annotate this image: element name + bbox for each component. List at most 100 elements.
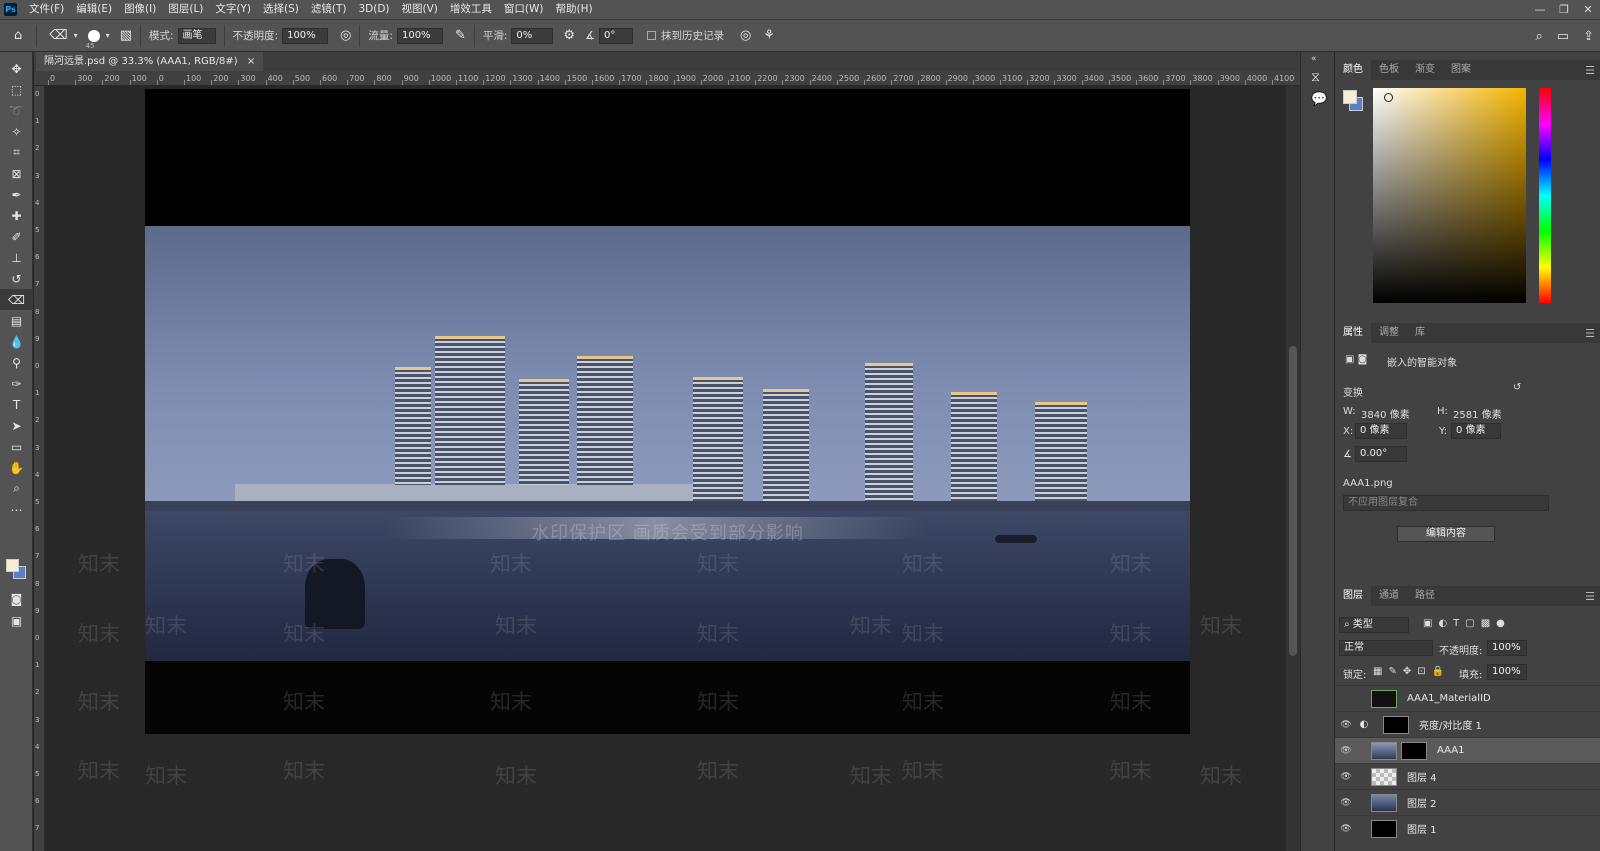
menu-view[interactable]: 视图(V) (396, 0, 444, 19)
fill-input[interactable]: 100% (1487, 664, 1527, 680)
layer-row[interactable]: 👁 AAA1 (1335, 737, 1600, 763)
magic-wand-tool-icon[interactable]: ✧ (0, 121, 33, 142)
reset-transform-icon[interactable]: ↺ (1513, 382, 1521, 393)
layer-comp-select[interactable]: 不应用图层复合 (1343, 495, 1549, 511)
menu-window[interactable]: 窗口(W) (498, 0, 550, 19)
rectangle-tool-icon[interactable]: ▭ (0, 436, 33, 457)
path-selection-tool-icon[interactable]: ➤ (0, 415, 33, 436)
symmetry-icon[interactable]: ⚘ (763, 28, 775, 43)
brush-angle-input[interactable]: 0° (598, 27, 633, 44)
eraser-tool-preset-icon[interactable]: ⌫ (49, 28, 67, 43)
foreground-color-swatch[interactable] (6, 559, 19, 572)
screen-mode-icon[interactable]: ▣ (0, 610, 33, 631)
mode-select[interactable]: 画笔 (177, 27, 216, 44)
frame-tool-icon[interactable]: ⊠ (0, 163, 33, 184)
clone-stamp-tool-icon[interactable]: ⊥ (0, 247, 33, 268)
layer-row[interactable]: AAA1_MaterialID (1335, 685, 1600, 711)
blend-mode-select[interactable]: 正常 (1339, 640, 1433, 656)
type-tool-icon[interactable]: T (0, 394, 33, 415)
layer-row[interactable]: 👁 图层 4 (1335, 763, 1600, 789)
scrollbar-thumb[interactable] (1289, 346, 1297, 656)
color-picker-field[interactable] (1373, 88, 1526, 303)
chevron-down-icon[interactable]: ▾ (74, 31, 78, 40)
marquee-tool-icon[interactable]: ⬚ (0, 79, 33, 100)
tab-libraries[interactable]: 库 (1407, 323, 1433, 343)
hue-slider[interactable] (1539, 88, 1551, 303)
tab-color[interactable]: 颜色 (1335, 60, 1371, 80)
layer-opacity-input[interactable]: 100% (1487, 640, 1527, 656)
visibility-icon[interactable]: 👁 (1335, 746, 1357, 756)
panel-menu-icon[interactable]: ☰ (1585, 327, 1595, 340)
quick-mask-icon[interactable]: ◙ (0, 588, 33, 609)
eyedropper-tool-icon[interactable]: ✒ (0, 184, 33, 205)
zoom-tool-icon[interactable]: ⌕ (0, 478, 33, 499)
brush-size-picker[interactable]: 45 ▾ (86, 29, 110, 50)
hand-tool-icon[interactable]: ✋ (0, 457, 33, 478)
gradient-tool-icon[interactable]: ▤ (0, 310, 33, 331)
edit-contents-button[interactable]: 编辑内容 (1397, 526, 1495, 542)
opacity-input[interactable]: 100% (282, 27, 329, 44)
tab-layers[interactable]: 图层 (1335, 586, 1371, 606)
tab-patterns[interactable]: 图案 (1443, 60, 1479, 80)
healing-brush-tool-icon[interactable]: ✚ (0, 205, 33, 226)
menu-image[interactable]: 图像(I) (118, 0, 162, 19)
minimize-button[interactable]: — (1528, 0, 1552, 19)
layer-filter-icons[interactable]: ▣◐T▢▩● (1423, 618, 1511, 629)
airbrush-icon[interactable]: ✎ (455, 28, 466, 43)
layer-filter-select[interactable]: ⌕ 类型 (1339, 617, 1409, 633)
visibility-icon[interactable]: 👁 (1335, 824, 1357, 834)
rotation-input[interactable]: 0.00° (1355, 446, 1407, 462)
tab-gradients[interactable]: 渐变 (1407, 60, 1443, 80)
share-icon[interactable]: ⇪ (1583, 29, 1594, 44)
color-cursor[interactable] (1384, 93, 1393, 102)
panel-menu-icon[interactable]: ☰ (1585, 590, 1595, 603)
pressure-opacity-icon[interactable]: ◎ (340, 28, 351, 43)
move-tool-icon[interactable]: ✥ (0, 58, 33, 79)
collapse-icon[interactable]: « (1311, 54, 1317, 64)
visibility-icon[interactable]: 👁 (1335, 772, 1357, 782)
home-icon[interactable]: ⌂ (14, 28, 22, 43)
vertical-scrollbar[interactable] (1286, 86, 1300, 851)
restore-button[interactable]: ❐ (1552, 0, 1576, 19)
tab-paths[interactable]: 路径 (1407, 586, 1443, 606)
blur-tool-icon[interactable]: 💧 (0, 331, 33, 352)
tab-channels[interactable]: 通道 (1371, 586, 1407, 606)
menu-edit[interactable]: 编辑(E) (70, 0, 118, 19)
lock-icons[interactable]: ▦✎✥⊡🔒 (1373, 666, 1450, 677)
visibility-icon[interactable]: 👁 (1335, 798, 1357, 808)
tab-swatches[interactable]: 色板 (1371, 60, 1407, 80)
layer-row[interactable]: 👁 ◐ 亮度/对比度 1 (1335, 711, 1600, 737)
more-tools-icon[interactable]: ⋯ (0, 499, 33, 520)
tab-properties[interactable]: 属性 (1335, 323, 1371, 343)
menu-file[interactable]: 文件(F) (23, 0, 70, 19)
menu-layer[interactable]: 图层(L) (162, 0, 209, 19)
erase-to-history-checkbox[interactable]: 抹到历史记录 (646, 28, 724, 43)
flow-input[interactable]: 100% (396, 27, 443, 44)
menu-filter[interactable]: 滤镜(T) (305, 0, 353, 19)
x-position-input[interactable]: 0 像素 (1355, 423, 1407, 439)
lasso-tool-icon[interactable]: ➰ (0, 100, 33, 121)
brush-settings-icon[interactable]: ▧ (120, 28, 132, 43)
brush-tool-icon[interactable]: ✐ (0, 226, 33, 247)
close-tab-icon[interactable]: × (247, 56, 255, 67)
layer-row[interactable]: 👁 图层 1 (1335, 815, 1600, 841)
menu-type[interactable]: 文字(Y) (209, 0, 257, 19)
y-position-input[interactable]: 0 像素 (1451, 423, 1501, 439)
dodge-tool-icon[interactable]: ⚲ (0, 352, 33, 373)
menu-3d[interactable]: 3D(D) (352, 0, 395, 19)
comments-panel-icon[interactable]: 💬 (1311, 92, 1327, 107)
close-button[interactable]: ✕ (1576, 0, 1600, 19)
panel-menu-icon[interactable]: ☰ (1585, 64, 1595, 77)
pressure-size-icon[interactable]: ◎ (740, 28, 751, 43)
eraser-tool-icon[interactable]: ⌫ (0, 289, 33, 310)
history-brush-tool-icon[interactable]: ↺ (0, 268, 33, 289)
menu-plugins[interactable]: 增效工具 (444, 0, 498, 19)
layer-row[interactable]: 👁 图层 2 (1335, 789, 1600, 815)
document-image[interactable]: 水印保护区 画质会受到部分影响 (145, 89, 1190, 734)
visibility-icon[interactable]: 👁 (1335, 720, 1357, 730)
smoothing-input[interactable]: 0% (511, 27, 554, 44)
panel-foreground-swatch[interactable] (1343, 90, 1357, 104)
history-panel-icon[interactable]: ⧖ (1311, 70, 1320, 85)
menu-help[interactable]: 帮助(H) (550, 0, 599, 19)
search-icon[interactable]: ⌕ (1536, 29, 1543, 44)
